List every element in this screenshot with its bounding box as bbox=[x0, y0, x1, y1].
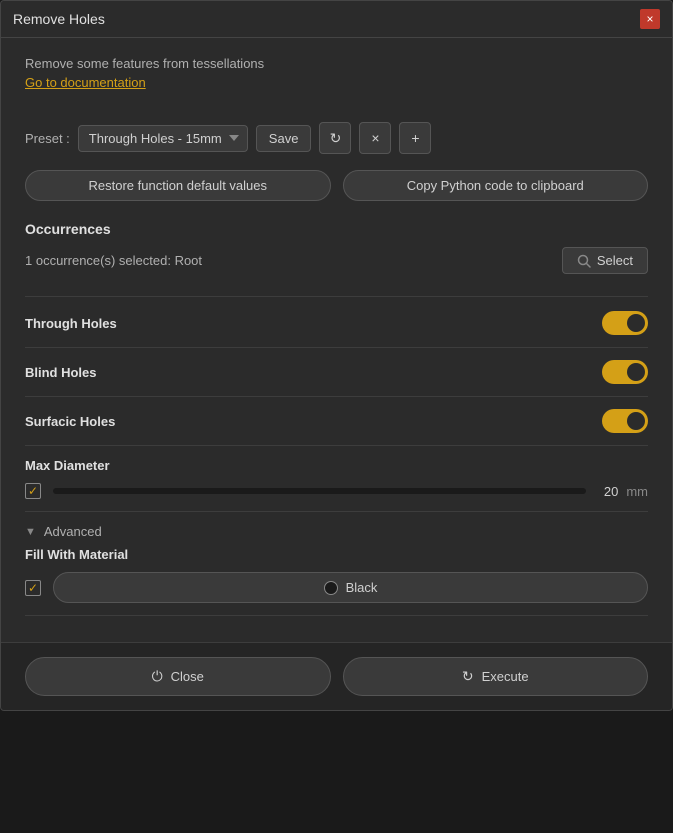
max-diameter-section: Max Diameter ✓ 20 mm bbox=[25, 446, 648, 512]
execute-label: Execute bbox=[482, 669, 529, 684]
through-holes-track bbox=[602, 311, 648, 335]
material-select-button[interactable]: Black bbox=[53, 572, 648, 603]
description-text: Remove some features from tessellations bbox=[25, 56, 648, 71]
diameter-input-wrap: 20 mm bbox=[53, 484, 648, 499]
material-name: Black bbox=[346, 580, 378, 595]
content-area: Remove some features from tessellations … bbox=[1, 38, 672, 634]
search-icon bbox=[577, 254, 591, 268]
advanced-chevron-icon: ▼ bbox=[25, 526, 36, 538]
preset-row: Preset : Through Holes - 15mm Custom Sav… bbox=[25, 122, 648, 154]
occurrences-title: Occurrences bbox=[25, 221, 648, 237]
diameter-value: 20 bbox=[594, 484, 618, 499]
fill-material-section: Fill With Material ✓ Black bbox=[25, 547, 648, 616]
fill-material-title: Fill With Material bbox=[25, 547, 648, 562]
window-close-button[interactable]: × bbox=[640, 9, 660, 29]
doc-link[interactable]: Go to documentation bbox=[25, 75, 146, 90]
occurrences-row: 1 occurrence(s) selected: Root Select bbox=[25, 247, 648, 284]
blind-holes-thumb bbox=[627, 363, 645, 381]
refresh-icon: ↻ bbox=[330, 130, 342, 147]
occurrences-text: 1 occurrence(s) selected: Root bbox=[25, 253, 202, 268]
restore-defaults-button[interactable]: Restore function default values bbox=[25, 170, 331, 201]
action-row: Restore function default values Copy Pyt… bbox=[25, 170, 648, 201]
fill-row: ✓ Black bbox=[25, 572, 648, 603]
select-button[interactable]: Select bbox=[562, 247, 648, 274]
max-diameter-title: Max Diameter bbox=[25, 458, 648, 473]
close-button[interactable]: ⏻ Close bbox=[25, 657, 331, 696]
surfacic-holes-label: Surfacic Holes bbox=[25, 414, 115, 429]
add-button[interactable]: + bbox=[399, 122, 431, 154]
through-holes-row: Through Holes bbox=[25, 299, 648, 348]
execute-button[interactable]: ↻ Execute bbox=[343, 657, 649, 696]
blind-holes-toggle[interactable] bbox=[602, 360, 648, 384]
clear-button[interactable]: × bbox=[359, 122, 391, 154]
surfacic-holes-row: Surfacic Holes bbox=[25, 397, 648, 446]
diameter-row: ✓ 20 mm bbox=[25, 483, 648, 499]
window-title: Remove Holes bbox=[13, 11, 105, 27]
blind-holes-row: Blind Holes bbox=[25, 348, 648, 397]
select-label: Select bbox=[597, 253, 633, 268]
main-window: Remove Holes × Remove some features from… bbox=[0, 0, 673, 711]
title-bar: Remove Holes × bbox=[1, 1, 672, 38]
advanced-label: Advanced bbox=[44, 524, 102, 539]
blind-holes-label: Blind Holes bbox=[25, 365, 97, 380]
through-holes-toggle[interactable] bbox=[602, 311, 648, 335]
diameter-unit: mm bbox=[626, 484, 648, 499]
power-icon: ⏻ bbox=[152, 668, 163, 685]
max-diameter-checkbox[interactable]: ✓ bbox=[25, 483, 41, 499]
surfacic-holes-track bbox=[602, 409, 648, 433]
execute-refresh-icon: ↻ bbox=[462, 668, 474, 685]
diameter-slider[interactable] bbox=[53, 488, 586, 494]
divider-1 bbox=[25, 296, 648, 297]
advanced-row[interactable]: ▼ Advanced bbox=[25, 512, 648, 547]
through-holes-label: Through Holes bbox=[25, 316, 117, 331]
surfacic-holes-thumb bbox=[627, 412, 645, 430]
clear-icon: × bbox=[371, 130, 379, 146]
material-color-dot bbox=[324, 581, 338, 595]
surfacic-holes-toggle[interactable] bbox=[602, 409, 648, 433]
preset-select[interactable]: Through Holes - 15mm Custom bbox=[78, 125, 248, 152]
preset-label: Preset : bbox=[25, 131, 70, 146]
footer: ⏻ Close ↻ Execute bbox=[1, 642, 672, 710]
copy-python-button[interactable]: Copy Python code to clipboard bbox=[343, 170, 649, 201]
occurrences-section: Occurrences 1 occurrence(s) selected: Ro… bbox=[25, 221, 648, 284]
refresh-button[interactable]: ↻ bbox=[319, 122, 351, 154]
close-label: Close bbox=[171, 669, 204, 684]
save-button[interactable]: Save bbox=[256, 125, 312, 152]
fill-material-checkbox[interactable]: ✓ bbox=[25, 580, 41, 596]
add-icon: + bbox=[411, 130, 419, 146]
blind-holes-track bbox=[602, 360, 648, 384]
through-holes-thumb bbox=[627, 314, 645, 332]
